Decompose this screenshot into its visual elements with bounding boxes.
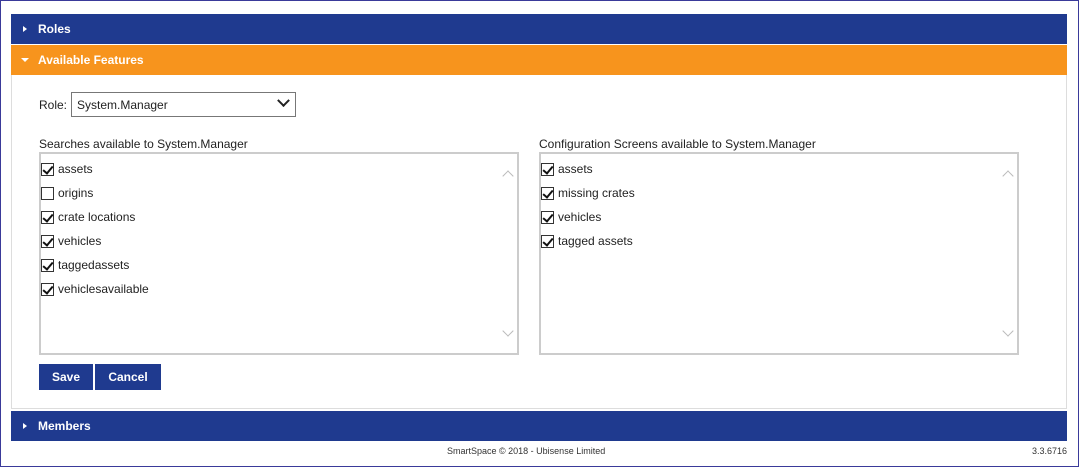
list-item[interactable]: crate locations [41,205,517,229]
role-select-value: System.Manager [77,97,168,112]
checkbox[interactable] [41,162,54,176]
list-item[interactable]: tagged assets [541,229,1017,253]
checkbox[interactable] [541,210,554,224]
list-item-label: origins [58,186,94,200]
list-item[interactable]: taggedassets [41,253,517,277]
list-item[interactable]: assets [541,157,1017,181]
scroll-down-icon[interactable] [1002,325,1014,337]
features-panel-header[interactable]: Available Features [11,45,1067,75]
roles-panel-label: Roles [38,22,71,36]
features-panel-content: Role: System.Manager Searches available … [11,75,1067,409]
list-item-label: vehicles [558,210,602,224]
roles-panel-header[interactable]: Roles [11,14,1067,44]
searches-list: assets origins crate locations vehicles tagg… [41,154,517,301]
list-item[interactable]: vehicles [41,229,517,253]
checkbox[interactable] [541,186,554,200]
members-panel-label: Members [38,419,91,433]
config-listbox[interactable]: assets missing crates vehicles tagged asset… [539,152,1019,355]
checkbox[interactable] [41,234,54,248]
collapse-arrow-icon [11,58,38,62]
list-item-label: assets [58,162,93,176]
list-item-label: taggedassets [58,258,130,272]
searches-title: Searches available to System.Manager [39,137,248,151]
checkbox[interactable] [41,282,54,296]
checkbox[interactable] [41,258,54,272]
members-panel-header[interactable]: Members [11,411,1067,441]
role-select[interactable]: System.Manager [71,92,297,117]
chevron-down-icon [277,94,290,108]
checkbox[interactable] [541,162,554,176]
list-item-label: vehiclesavailable [58,282,149,296]
footer-version: 3.3.6716 [1031,446,1067,456]
role-label: Role: [39,97,68,112]
expand-arrow-icon [11,423,38,429]
scroll-down-icon[interactable] [502,325,514,337]
checkbox[interactable] [41,210,54,224]
list-item-label: assets [558,162,593,176]
role-row: Role: System.Manager [39,92,297,117]
searches-listbox[interactable]: assets origins crate locations vehicles tagg… [39,152,519,355]
list-item[interactable]: assets [41,157,517,181]
config-title: Configuration Screens available to Syste… [539,137,816,151]
checkbox[interactable] [41,186,54,200]
list-item-label: tagged assets [558,234,633,248]
expand-arrow-icon [11,26,38,32]
list-item[interactable]: origins [41,181,517,205]
footer-copyright: SmartSpace © 2018 - Ubisense Limited [447,446,606,456]
cancel-button[interactable]: Cancel [95,364,161,390]
features-panel-label: Available Features [38,53,144,67]
list-item[interactable]: vehiclesavailable [41,277,517,301]
checkbox[interactable] [541,234,554,248]
list-item-label: vehicles [58,234,102,248]
list-item-label: crate locations [58,210,136,224]
list-item[interactable]: vehicles [541,205,1017,229]
list-item-label: missing crates [558,186,635,200]
config-list: assets missing crates vehicles tagged asset… [541,154,1017,253]
list-item[interactable]: missing crates [541,181,1017,205]
save-button[interactable]: Save [39,364,93,390]
